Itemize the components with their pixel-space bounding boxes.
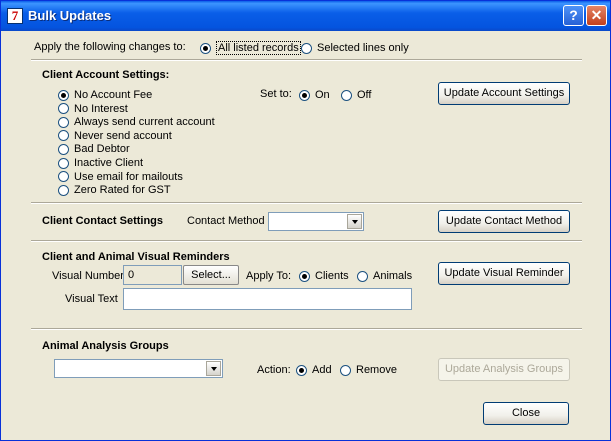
account-option-label: Use email for mailouts — [74, 170, 183, 183]
update-contact-method-button[interactable]: Update Contact Method — [438, 210, 570, 233]
update-account-settings-button[interactable]: Update Account Settings — [438, 82, 570, 105]
separator — [31, 59, 582, 61]
visual-reminders-heading: Client and Animal Visual Reminders — [42, 251, 230, 263]
close-button[interactable]: Close — [483, 402, 569, 425]
account-option-label: No Account Fee — [74, 89, 153, 101]
separator — [31, 328, 582, 330]
account-settings-heading: Client Account Settings: — [42, 69, 170, 81]
radio-icon — [58, 184, 69, 196]
account-option-radio[interactable]: No Account Fee — [58, 88, 152, 102]
radio-icon — [58, 116, 69, 128]
close-window-button[interactable]: ✕ — [586, 5, 607, 26]
chevron-down-icon[interactable] — [206, 361, 221, 376]
radio-icon — [200, 42, 211, 54]
visual-text-field[interactable] — [123, 288, 412, 310]
bulk-updates-window: 7 Bulk Updates ? ✕ Apply the following c… — [0, 0, 611, 441]
apply-animals-label: Animals — [373, 270, 413, 282]
set-to-label: Set to: — [260, 88, 292, 100]
chevron-down-icon[interactable] — [347, 214, 362, 229]
apply-to-label: Apply the following changes to: — [34, 41, 186, 53]
radio-icon — [341, 89, 352, 101]
action-add-label: Add — [312, 364, 332, 376]
contact-method-select[interactable] — [268, 212, 364, 231]
radio-icon — [58, 89, 69, 101]
account-option-label: Always send current account — [74, 116, 215, 129]
radio-icon — [357, 270, 368, 282]
update-analysis-groups-button[interactable]: Update Analysis Groups — [438, 358, 570, 381]
radio-icon — [58, 143, 69, 155]
account-option-label: Inactive Client — [74, 157, 144, 169]
window-title: Bulk Updates — [28, 8, 112, 23]
title-bar[interactable]: 7 Bulk Updates ? ✕ — [1, 1, 610, 31]
apply-selected-radio[interactable]: Selected lines only — [301, 41, 409, 55]
account-option-label: Bad Debtor — [74, 143, 130, 156]
radio-icon — [58, 171, 69, 183]
account-option-label: Never send account — [74, 129, 172, 142]
apply-all-label: All listed records — [216, 41, 301, 55]
visual-number-label: Visual Number — [52, 270, 124, 282]
update-visual-reminder-button[interactable]: Update Visual Reminder — [438, 262, 570, 285]
radio-icon — [296, 364, 307, 376]
action-label: Action: — [257, 364, 291, 376]
radio-icon — [299, 270, 310, 282]
radio-icon — [340, 364, 351, 376]
account-option-label: No Interest — [74, 102, 128, 115]
radio-icon — [58, 130, 69, 142]
apply-to-visual-label: Apply To: — [246, 270, 292, 282]
action-add-radio[interactable]: Add — [296, 363, 332, 377]
app-icon: 7 — [7, 8, 23, 24]
radio-icon — [58, 103, 69, 115]
apply-selected-label: Selected lines only — [317, 42, 409, 54]
account-option-radio[interactable]: Always send current account — [58, 115, 215, 129]
account-option-radio[interactable]: No Interest — [58, 102, 128, 116]
analysis-groups-heading: Animal Analysis Groups — [42, 340, 169, 352]
radio-icon — [301, 42, 312, 54]
apply-clients-label: Clients — [315, 270, 349, 282]
set-on-label: On — [315, 89, 330, 101]
set-off-radio[interactable]: Off — [341, 88, 371, 102]
select-visual-button[interactable]: Select... — [183, 265, 239, 285]
separator — [31, 240, 582, 242]
account-option-radio[interactable]: Bad Debtor — [58, 142, 130, 156]
account-option-label: Zero Rated for GST — [74, 184, 171, 197]
visual-text-label: Visual Text — [65, 293, 118, 305]
help-button[interactable]: ? — [563, 5, 584, 26]
apply-all-radio[interactable]: All listed records — [200, 41, 301, 55]
set-off-label: Off — [357, 89, 372, 101]
contact-method-label: Contact Method — [187, 215, 265, 227]
contact-settings-heading: Client Contact Settings — [42, 215, 164, 227]
set-on-radio[interactable]: On — [299, 88, 330, 102]
visual-number-field[interactable]: 0 — [123, 265, 182, 285]
apply-animals-radio[interactable]: Animals — [357, 269, 412, 283]
radio-icon — [299, 89, 310, 101]
action-remove-radio[interactable]: Remove — [340, 363, 397, 377]
radio-icon — [58, 157, 69, 169]
action-remove-label: Remove — [356, 364, 397, 376]
analysis-group-select[interactable] — [54, 359, 223, 378]
account-option-radio[interactable]: Inactive Client — [58, 156, 143, 170]
apply-clients-radio[interactable]: Clients — [299, 269, 349, 283]
separator — [31, 202, 582, 204]
account-option-radio[interactable]: Never send account — [58, 129, 172, 143]
account-option-radio[interactable]: Use email for mailouts — [58, 170, 183, 184]
account-option-radio[interactable]: Zero Rated for GST — [58, 183, 171, 197]
